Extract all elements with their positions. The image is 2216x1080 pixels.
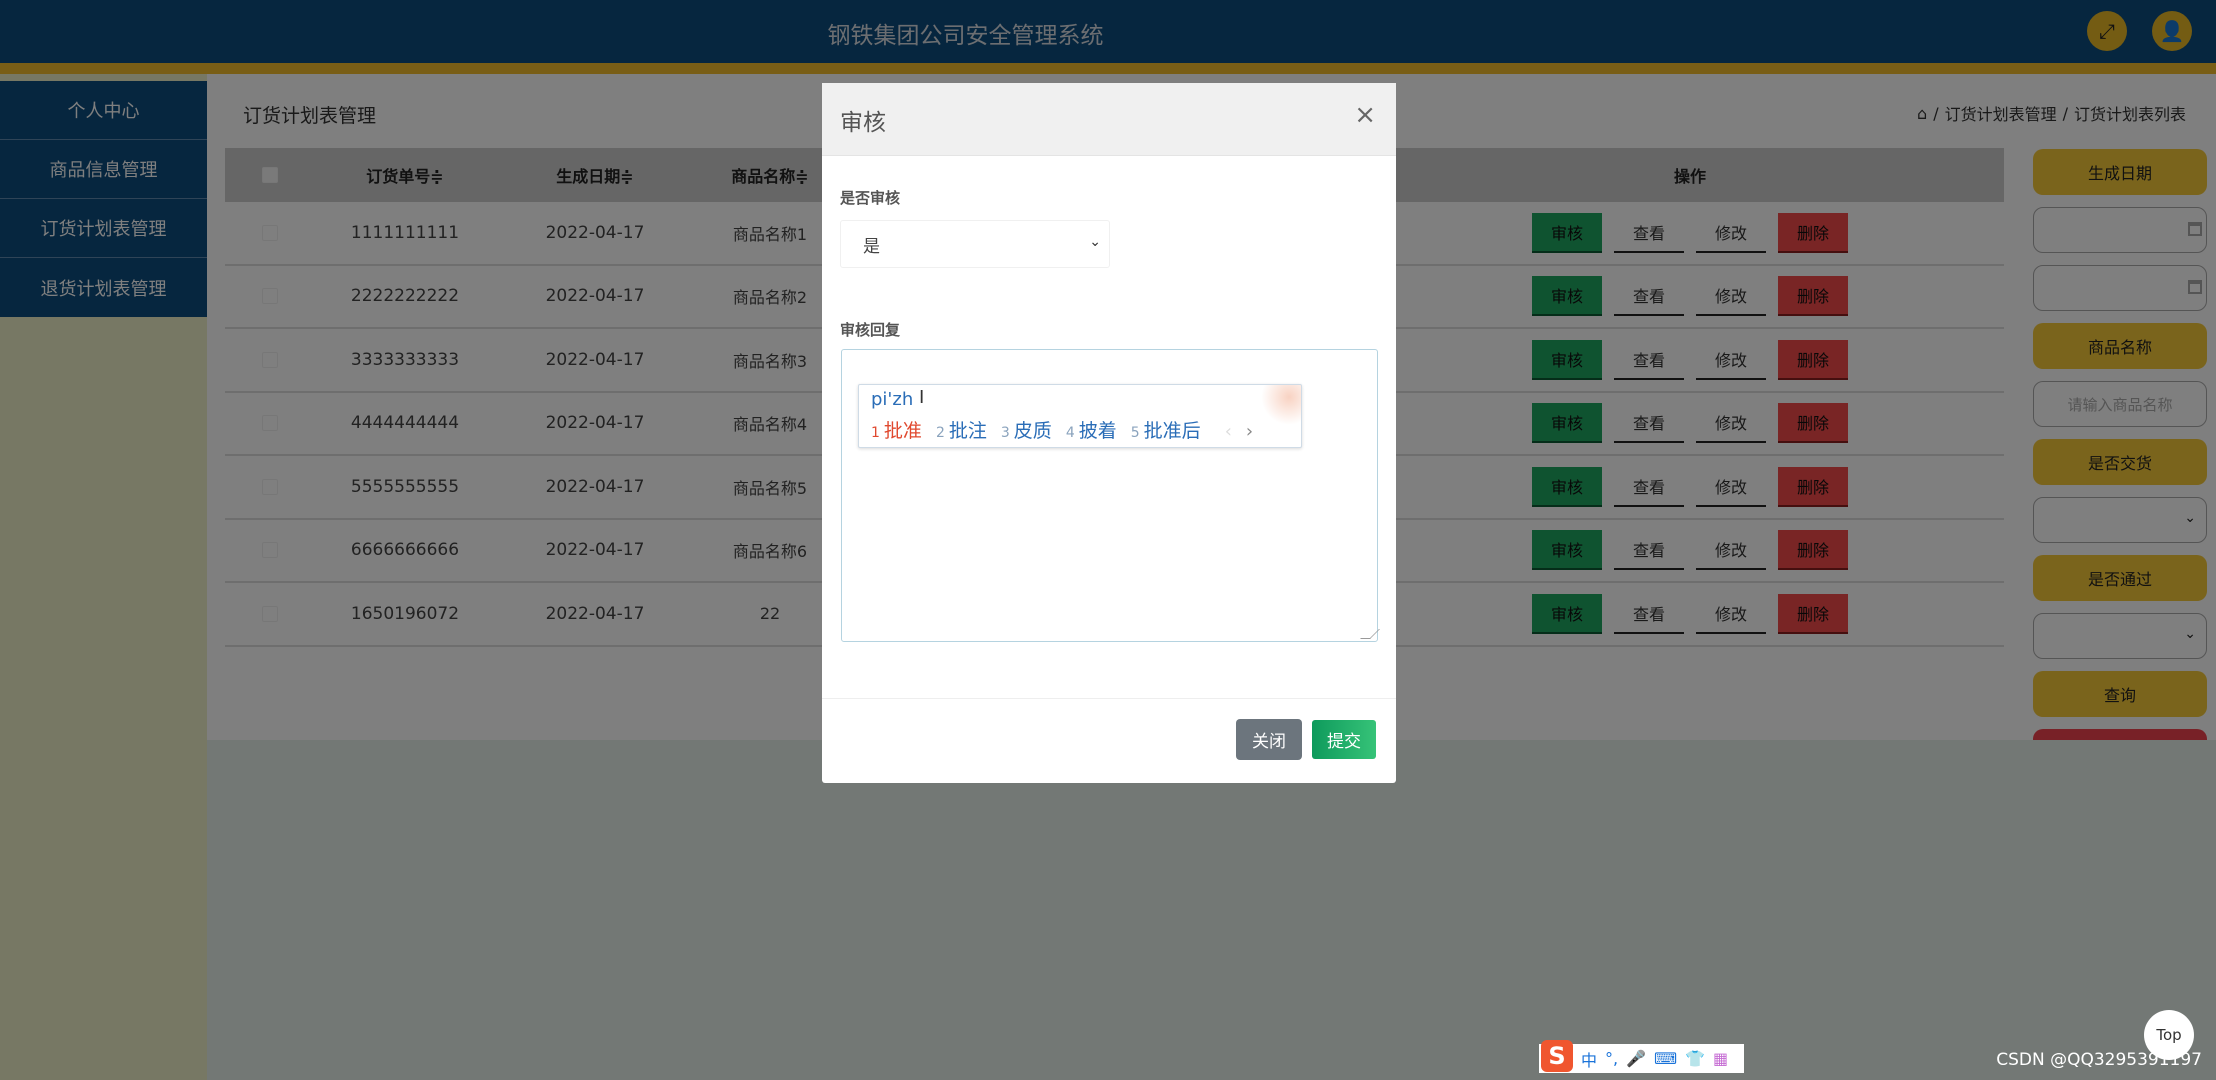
ime-toolbar: S 中 °, 🎤 ⌨ 👕 ▦: [1539, 1039, 1744, 1073]
audit-status-label: 是否审核: [840, 189, 901, 207]
audit-status-select[interactable]: 是 ⌄: [840, 220, 1110, 268]
ime-candidate-window: pi'zh I 1 批准 2 批注 3 皮质 4 披着 5 批准后 ‹ ›: [858, 384, 1302, 448]
watermark: CSDN @QQ3295391197: [1996, 1050, 2202, 1070]
modal-title: 审核: [840, 110, 886, 136]
ime-candidates: 1 批准 2 批注 3 皮质 4 披着 5 批准后 ‹ ›: [871, 416, 1253, 443]
sogou-logo-icon[interactable]: S: [1541, 1039, 1573, 1072]
close-button[interactable]: 关闭: [1236, 719, 1302, 760]
audit-reply-label: 审核回复: [840, 321, 901, 339]
microphone-icon[interactable]: 🎤: [1626, 1049, 1646, 1068]
resize-handle-icon[interactable]: [1360, 629, 1380, 639]
chevron-down-icon: ⌄: [1089, 234, 1101, 250]
modal-footer: 关闭 提交: [822, 698, 1396, 783]
ime-candidate[interactable]: 5 批准后: [1131, 416, 1201, 443]
punctuation-icon[interactable]: °,: [1605, 1049, 1618, 1068]
modal-header: 审核 ×: [822, 83, 1396, 156]
text-cursor-icon: I: [919, 387, 925, 408]
ime-next-icon[interactable]: ›: [1246, 421, 1253, 442]
submit-button[interactable]: 提交: [1312, 720, 1376, 759]
ime-candidate[interactable]: 4 披着: [1066, 416, 1117, 443]
keyboard-icon[interactable]: ⌨: [1654, 1049, 1677, 1068]
audit-status-value: 是: [863, 236, 880, 257]
ime-candidate[interactable]: 2 批注: [936, 416, 987, 443]
close-icon[interactable]: ×: [1354, 100, 1376, 130]
skin-icon[interactable]: 👕: [1685, 1049, 1705, 1068]
ime-mode-icon[interactable]: 中: [1581, 1047, 1597, 1071]
apps-icon[interactable]: ▦: [1713, 1049, 1728, 1068]
ime-skin-decoration: [1261, 385, 1301, 425]
ime-candidate[interactable]: 1 批准: [871, 416, 922, 443]
ime-candidate[interactable]: 3 皮质: [1001, 416, 1052, 443]
ime-composition: pi'zh: [871, 389, 914, 410]
ime-prev-icon[interactable]: ‹: [1225, 421, 1232, 442]
